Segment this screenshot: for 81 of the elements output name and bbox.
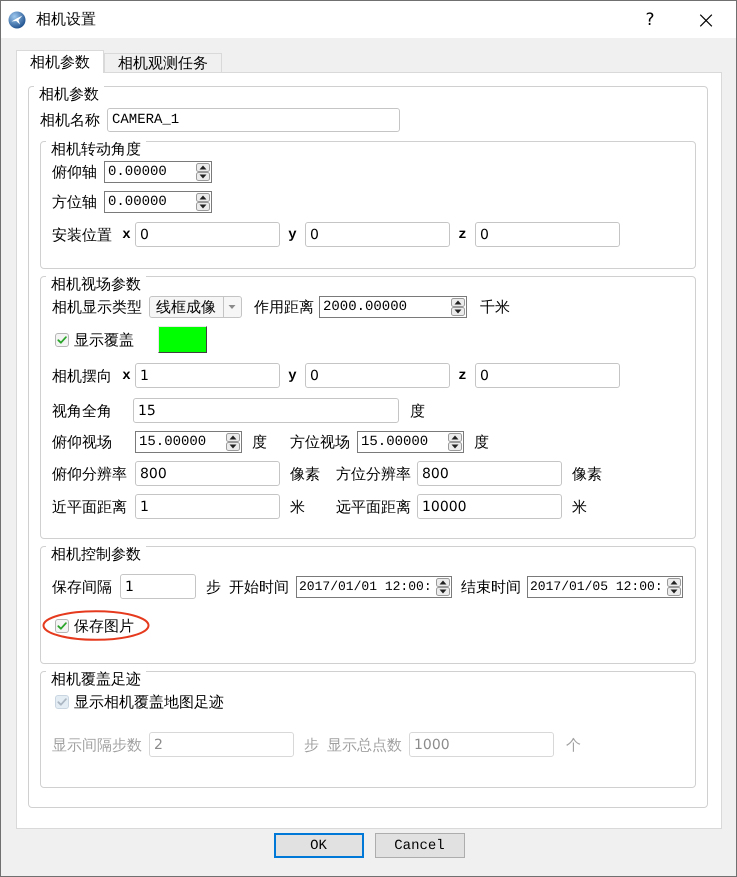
field-label: 近平面距离 xyxy=(52,496,127,516)
spin-arrows-icon[interactable] xyxy=(451,298,465,316)
group-title: 相机视场参数 xyxy=(46,274,146,294)
axis-label: z xyxy=(458,366,467,386)
spin-arrows-icon[interactable] xyxy=(448,433,462,451)
spin-box[interactable]: 2017/01/01 12:00: xyxy=(296,576,452,598)
dialog-button[interactable]: OK xyxy=(274,833,364,858)
unit-label: 度 xyxy=(410,400,425,420)
color-swatch-icon[interactable] xyxy=(158,326,207,353)
field-label: 保存间隔 xyxy=(52,576,112,596)
window-title: 相机设置 xyxy=(36,10,96,29)
text-field[interactable]: 10000 xyxy=(417,494,562,519)
text-field[interactable]: 800 xyxy=(417,461,562,486)
field-label: 相机摆向 xyxy=(52,366,112,386)
tab[interactable]: 相机观测任务 xyxy=(104,53,222,72)
text-field[interactable]: 0 xyxy=(305,363,450,388)
group-title: 相机参数 xyxy=(34,84,104,104)
checkbox[interactable] xyxy=(55,619,69,633)
unit-label: 像素 xyxy=(572,464,602,484)
spin-box[interactable]: 15.00000 xyxy=(135,431,242,453)
text-field[interactable]: 0 xyxy=(475,363,620,388)
dropdown[interactable]: 线框成像 xyxy=(149,296,242,318)
text-field[interactable]: 1 xyxy=(135,363,280,388)
text-field[interactable]: 0 xyxy=(475,222,620,247)
text-field[interactable]: 0 xyxy=(135,222,280,247)
text-field[interactable]: 1 xyxy=(135,494,280,519)
field-label: 视角全角 xyxy=(52,400,112,420)
field-label: 显示总点数 xyxy=(327,734,402,754)
unit-label: 步 xyxy=(206,576,221,596)
help-button[interactable]: ? xyxy=(627,1,673,38)
spin-box[interactable]: 2017/01/05 12:00: xyxy=(527,576,683,598)
unit-label: 米 xyxy=(572,496,587,516)
field-label: 显示间隔步数 xyxy=(52,734,142,754)
field-label: 相机显示类型 xyxy=(52,297,142,317)
unit-label: 像素 xyxy=(290,464,320,484)
group-title: 相机转动角度 xyxy=(46,139,146,159)
unit-label: 个 xyxy=(566,734,581,754)
spin-arrows-icon[interactable] xyxy=(667,578,681,596)
text-field[interactable]: 800 xyxy=(135,461,280,486)
field-label: 开始时间 xyxy=(229,576,289,596)
unit-label: 米 xyxy=(290,496,305,516)
unit-label: 度 xyxy=(474,432,489,452)
spin-arrows-icon[interactable] xyxy=(226,433,240,451)
text-field[interactable]: 1 xyxy=(120,574,196,599)
spin-arrows-icon[interactable] xyxy=(196,193,210,211)
field-label: 方位轴 xyxy=(52,192,97,212)
unit-label: 千米 xyxy=(480,297,510,317)
field-label: 俯仰视场 xyxy=(52,432,112,452)
unit-label: 步 xyxy=(304,734,319,754)
spin-arrows-icon[interactable] xyxy=(196,163,210,181)
group-title: 相机控制参数 xyxy=(46,544,146,564)
field-label: 方位视场 xyxy=(290,432,350,452)
spin-box[interactable]: 0.00000 xyxy=(104,191,212,213)
axis-label: y xyxy=(288,366,297,386)
text-field[interactable]: 0 xyxy=(305,222,450,247)
close-button[interactable]: × xyxy=(683,1,729,38)
field-label: 俯仰分辨率 xyxy=(52,464,127,484)
field-label: 远平面距离 xyxy=(336,496,411,516)
field-label: 俯仰轴 xyxy=(52,162,97,182)
field-label: 作用距离 xyxy=(254,297,314,317)
axis-label: y xyxy=(288,226,297,244)
checkbox[interactable] xyxy=(55,332,69,346)
axis-label: x xyxy=(122,226,131,244)
spin-arrows-icon[interactable] xyxy=(436,578,450,596)
field-label: 结束时间 xyxy=(461,576,521,596)
group-title: 相机覆盖足迹 xyxy=(46,669,146,689)
text-field[interactable]: CAMERA_1 xyxy=(107,108,400,132)
axis-label: x xyxy=(122,366,131,386)
field-label: 方位分辨率 xyxy=(336,464,411,484)
spin-box[interactable]: 15.00000 xyxy=(357,431,464,453)
field-label: 相机名称 xyxy=(40,110,100,130)
spin-box[interactable]: 0.00000 xyxy=(104,161,212,183)
text-field[interactable]: 15 xyxy=(133,398,399,423)
spin-box[interactable]: 2000.00000 xyxy=(319,296,467,318)
sphere-icon xyxy=(8,10,26,28)
axis-label: z xyxy=(458,226,467,244)
checkbox-label[interactable]: 显示覆盖 xyxy=(74,330,134,350)
unit-label: 度 xyxy=(252,432,267,452)
field-label: 安装位置 xyxy=(52,224,112,244)
tab[interactable]: 相机参数 xyxy=(16,50,104,73)
dialog-button[interactable]: Cancel xyxy=(374,833,464,858)
